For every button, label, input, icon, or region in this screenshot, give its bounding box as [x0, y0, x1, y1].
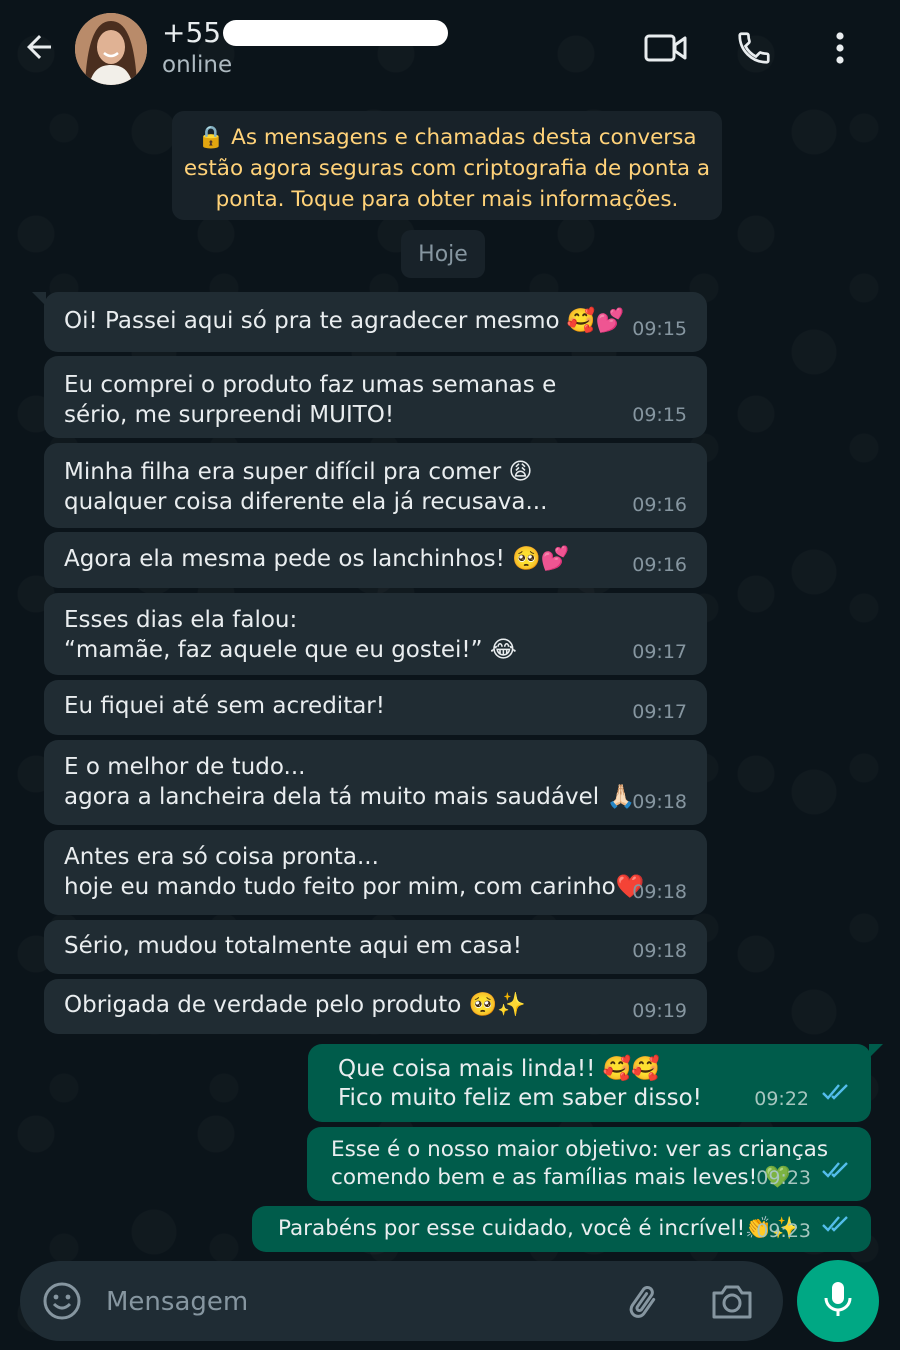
read-ticks-icon — [821, 1080, 853, 1110]
encryption-notice[interactable]: 🔒 As mensagens e chamadas desta conversa… — [172, 111, 722, 220]
read-ticks-icon — [821, 1159, 853, 1189]
message-time: 09:18 — [632, 940, 687, 962]
message-bubble-incoming[interactable]: Agora ela mesma pede os lanchinhos! 🥺💕 0… — [44, 532, 707, 588]
message-text: Minha filha era super difícil pra comer … — [64, 459, 548, 515]
contact-name[interactable]: +55 — [162, 16, 449, 49]
mic-icon — [821, 1279, 855, 1323]
message-time: 09:19 — [632, 1000, 687, 1022]
message-bubble-incoming[interactable]: Sério, mudou totalmente aqui em casa! 09… — [44, 920, 707, 974]
message-time: 09:17 — [632, 641, 687, 663]
message-bubble-outgoing[interactable]: Parabéns por esse cuidado, você é incrív… — [252, 1206, 871, 1252]
message-time: 09:18 — [632, 881, 687, 903]
chat-header: +55 online — [0, 0, 900, 100]
message-time: 09:16 — [632, 494, 687, 516]
bubble-tail — [32, 292, 46, 306]
message-text: E o melhor de tudo... agora a lancheira … — [64, 754, 636, 810]
notice-line-1: As mensagens e chamadas desta conversa — [231, 125, 697, 150]
video-call-icon[interactable] — [644, 26, 688, 70]
message-composer — [20, 1261, 783, 1341]
message-text: Obrigada de verdade pelo produto 🥺✨ — [64, 992, 526, 1018]
bubble-tail — [869, 1044, 883, 1058]
message-text: Agora ela mesma pede os lanchinhos! 🥺💕 — [64, 546, 570, 572]
notice-line-3: ponta. Toque para obter mais informações… — [215, 187, 679, 212]
message-bubble-incoming[interactable]: Obrigada de verdade pelo produto 🥺✨ 09:1… — [44, 979, 707, 1034]
message-bubble-outgoing[interactable]: Esse é o nosso maior objetivo: ver as cr… — [307, 1127, 871, 1201]
message-text: Esses dias ela falou: “mamãe, faz aquele… — [64, 607, 517, 663]
message-text: Oi! Passei aqui só pra te agradecer mesm… — [64, 308, 625, 334]
message-time: 09:15 — [632, 318, 687, 340]
message-time: 09:15 — [632, 404, 687, 426]
message-text: Antes era só coisa pronta... hoje eu man… — [64, 844, 645, 900]
message-time: 09:22 — [754, 1088, 809, 1110]
message-bubble-incoming[interactable]: Eu comprei o produto faz umas semanas e … — [44, 356, 707, 438]
message-bubble-incoming[interactable]: E o melhor de tudo... agora a lancheira … — [44, 740, 707, 825]
notice-line-2: estão agora seguras com criptografia de … — [183, 156, 711, 181]
lock-icon: 🔒 — [197, 125, 225, 150]
message-bubble-incoming[interactable]: Eu fiquei até sem acreditar! 09:17 — [44, 680, 707, 735]
message-bubble-outgoing[interactable]: Que coisa mais linda!! 🥰🥰 Fico muito fel… — [308, 1044, 883, 1122]
back-arrow-icon[interactable] — [18, 26, 60, 68]
message-time: 09:17 — [632, 701, 687, 723]
message-bubble-incoming[interactable]: Oi! Passei aqui só pra te agradecer mesm… — [32, 292, 707, 352]
message-text: Eu comprei o produto faz umas semanas e … — [64, 372, 557, 428]
message-text: Que coisa mais linda!! 🥰🥰 Fico muito fel… — [338, 1056, 702, 1111]
message-time: 09:23 — [756, 1167, 811, 1189]
camera-icon[interactable] — [710, 1281, 754, 1325]
message-text: Parabéns por esse cuidado, você é incrív… — [278, 1216, 799, 1241]
message-input[interactable] — [104, 1279, 588, 1325]
date-divider: Hoje — [401, 230, 485, 278]
message-text: Eu fiquei até sem acreditar! — [64, 693, 385, 719]
mic-button[interactable] — [797, 1260, 879, 1342]
message-time: 09:16 — [632, 554, 687, 576]
message-bubble-incoming[interactable]: Esses dias ela falou: “mamãe, faz aquele… — [44, 593, 707, 675]
message-text: Sério, mudou totalmente aqui em casa! — [64, 933, 522, 959]
attach-icon[interactable] — [624, 1281, 666, 1327]
message-time: 09:23 — [756, 1220, 811, 1242]
read-ticks-icon — [821, 1213, 853, 1243]
message-bubble-incoming[interactable]: Antes era só coisa pronta... hoje eu man… — [44, 830, 707, 915]
avatar[interactable] — [75, 13, 147, 85]
redacted-number — [223, 19, 449, 46]
emoji-icon[interactable] — [42, 1281, 82, 1325]
contact-status: online — [162, 52, 233, 78]
message-time: 09:18 — [632, 791, 687, 813]
message-bubble-incoming[interactable]: Minha filha era super difícil pra comer … — [44, 443, 707, 528]
message-text: Esse é o nosso maior objetivo: ver as cr… — [331, 1137, 829, 1190]
contact-number: +55 — [162, 16, 222, 49]
more-vertical-icon[interactable] — [818, 26, 862, 70]
phone-icon[interactable] — [732, 26, 776, 70]
